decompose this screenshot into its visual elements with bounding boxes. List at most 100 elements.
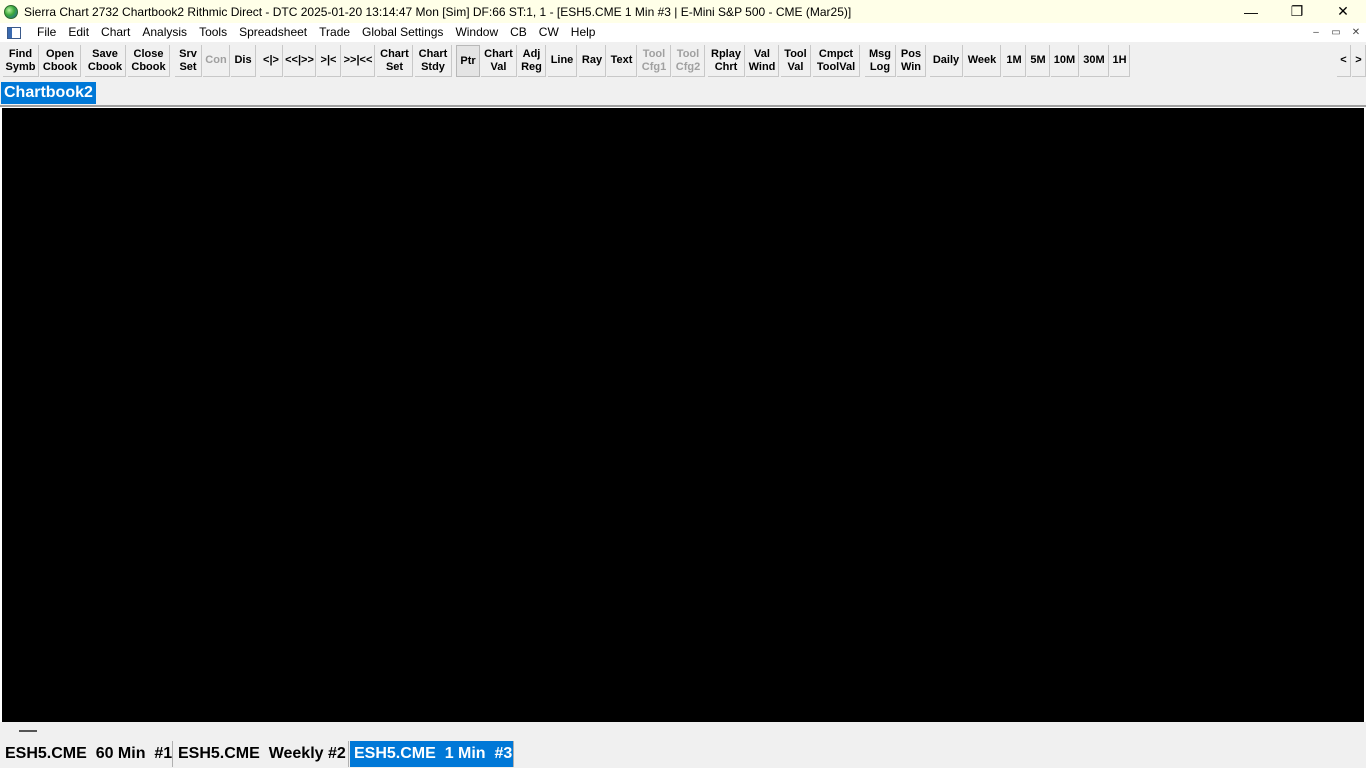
button-label-line2: Cfg2 [675, 60, 701, 73]
values-window-button[interactable]: Val Wind [746, 45, 779, 77]
open-chartbook-button[interactable]: Open Cbook [40, 45, 81, 77]
30-minute-interval-button[interactable]: 30M [1080, 45, 1109, 77]
scroll-to-end-button[interactable]: >|< [317, 45, 341, 77]
button-label-line1: Ray [581, 54, 603, 66]
button-label-line1: Open [45, 47, 75, 60]
button-label-line2: Wind [748, 60, 776, 73]
button-label-line1: >>|<< [343, 54, 373, 66]
button-label-line1: Line [550, 54, 574, 66]
close-button[interactable]: ✕ [1320, 0, 1366, 23]
menu-trade[interactable]: Trade [313, 23, 356, 42]
menu-tools[interactable]: Tools [193, 23, 233, 42]
menu-chart[interactable]: Chart [95, 23, 136, 42]
chart-tab-1min[interactable]: ESH5.CME 1 Min #3 [350, 741, 514, 767]
menu-edit[interactable]: Edit [62, 23, 95, 42]
positions-window-button[interactable]: Pos Win [897, 45, 926, 77]
menu-bar: File Edit Chart Analysis Tools Spreadshe… [0, 23, 1366, 42]
save-chartbook-button[interactable]: Save Cbook [85, 45, 126, 77]
chart-tab-weekly[interactable]: ESH5.CME Weekly #2 [174, 741, 349, 767]
mdi-minimize-button[interactable]: – [1306, 23, 1326, 42]
title-bar: Sierra Chart 2732 Chartbook2 Rithmic Dir… [0, 0, 1366, 23]
disconnect-button[interactable]: Dis [231, 45, 256, 77]
window-title: Sierra Chart 2732 Chartbook2 Rithmic Dir… [24, 4, 852, 19]
menu-cb[interactable]: CB [504, 23, 533, 42]
button-label-line1: Chart [380, 47, 409, 60]
1-hour-interval-button[interactable]: 1H [1110, 45, 1130, 77]
pointer-tool-button[interactable]: Ptr [456, 45, 480, 77]
daily-interval-button[interactable]: Daily [930, 45, 963, 77]
menu-spreadsheet[interactable]: Spreadsheet [233, 23, 313, 42]
replay-chart-button[interactable]: Rplay Chrt [708, 45, 745, 77]
close-chartbook-button[interactable]: Close Cbook [128, 45, 170, 77]
menu-global-settings[interactable]: Global Settings [356, 23, 449, 42]
button-label-line2: ToolVal [816, 60, 856, 73]
chart-tab-60min[interactable]: ESH5.CME 60 Min #1 [1, 741, 173, 767]
button-label-line1: <|> [263, 54, 279, 66]
toolbar-scroll-right-button[interactable]: > [1352, 45, 1366, 77]
button-label-line1: 1M [1006, 54, 1022, 66]
scroll-expand-button[interactable]: <<|>> [284, 45, 316, 77]
resize-handle[interactable] [19, 730, 37, 732]
scroll-compress-button[interactable]: >>|<< [342, 45, 375, 77]
button-label-line1: Chart [418, 47, 448, 60]
10-minute-interval-button[interactable]: 10M [1051, 45, 1079, 77]
line-tool-button[interactable]: Line [548, 45, 577, 77]
button-label-line1: 30M [1083, 54, 1105, 66]
button-label-line1: 10M [1053, 54, 1076, 66]
button-label-line2: Cbook [42, 60, 78, 73]
adjust-region-button[interactable]: Adj Reg [518, 45, 546, 77]
button-label-line2: Chrt [714, 60, 738, 73]
button-label-line1: Tool [784, 47, 807, 60]
chartbook-tab[interactable]: Chartbook2 [1, 82, 96, 104]
chartbook-tab-bar: Chartbook2 [0, 80, 1366, 106]
menu-file[interactable]: File [31, 23, 62, 42]
connect-button[interactable]: Con [203, 45, 230, 77]
button-label-line1: Val [754, 47, 770, 60]
find-symbol-button[interactable]: Find Symb [3, 45, 39, 77]
document-system-menu-icon[interactable] [7, 26, 21, 39]
button-label-line2: Symb [5, 60, 36, 73]
button-label-line2: Val [787, 60, 804, 73]
button-label-line1: 5M [1030, 54, 1046, 66]
toolbar-scroll-left-button[interactable]: < [1337, 45, 1351, 77]
chart-studies-button[interactable]: Chart Stdy [415, 45, 452, 77]
message-log-button[interactable]: Msg Log [865, 45, 896, 77]
button-label-line1: Daily [932, 54, 960, 66]
text-tool-button[interactable]: Text [607, 45, 637, 77]
chart-values-button[interactable]: Chart Val [481, 45, 517, 77]
weekly-interval-button[interactable]: Week [964, 45, 1001, 77]
menu-help[interactable]: Help [565, 23, 602, 42]
menu-cw[interactable]: CW [533, 23, 565, 42]
tool-config1-button[interactable]: Tool Cfg1 [638, 45, 671, 77]
sierra-chart-app-icon[interactable] [4, 4, 18, 19]
minimize-button[interactable]: — [1228, 0, 1274, 23]
1-minute-interval-button[interactable]: 1M [1003, 45, 1026, 77]
button-label-line1: Text [610, 54, 633, 66]
mdi-restore-button[interactable]: ▭ [1326, 23, 1346, 42]
ray-tool-button[interactable]: Ray [579, 45, 606, 77]
server-settings-button[interactable]: Srv Set [175, 45, 202, 77]
restore-button[interactable]: ❐ [1274, 0, 1320, 23]
button-label-line1: Week [967, 54, 997, 66]
button-label-line1: 1H [1112, 54, 1127, 66]
scroll-center-button[interactable]: <|> [260, 45, 283, 77]
button-label-line1: Save [92, 47, 118, 60]
button-label-line2: Win [900, 60, 922, 73]
button-label-line1: Ptr [460, 54, 476, 67]
chart-settings-button[interactable]: Chart Set [377, 45, 413, 77]
button-label-line2: Stdy [421, 60, 445, 73]
chart-window[interactable] [2, 108, 1364, 722]
menu-analysis[interactable]: Analysis [136, 23, 193, 42]
compact-tool-values-button[interactable]: Cmpct ToolVal [813, 45, 860, 77]
button-label-line1: Dis [234, 54, 252, 66]
tool-config2-button[interactable]: Tool Cfg2 [672, 45, 705, 77]
button-label-line2: Set [179, 60, 197, 73]
menu-window[interactable]: Window [449, 23, 504, 42]
mdi-close-button[interactable]: ✕ [1346, 23, 1366, 42]
button-label-line2: Set [385, 60, 404, 73]
chevron-left-icon: < [1340, 54, 1347, 66]
5-minute-interval-button[interactable]: 5M [1027, 45, 1050, 77]
button-label-line1: Msg [869, 47, 891, 60]
tool-values-button[interactable]: Tool Val [781, 45, 811, 77]
button-label-line2: Reg [521, 60, 542, 73]
